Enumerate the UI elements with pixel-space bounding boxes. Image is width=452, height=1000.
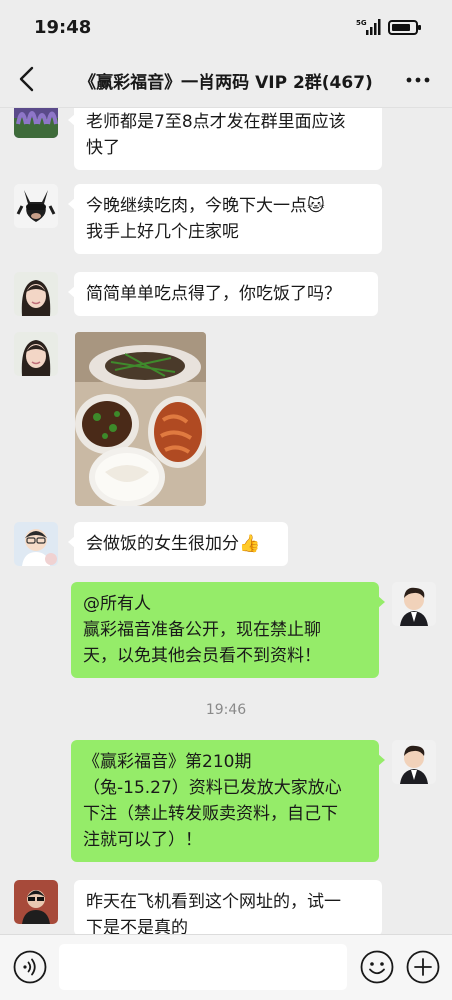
message-text-line: 老师都是7至8点才发在群里面应该 [86, 112, 346, 132]
voice-input-icon[interactable] [13, 950, 47, 984]
message-bubble-self[interactable]: 《赢彩福音》第210期 （兔-15.27）资料已发放大家放心 下注（禁止转发贩卖… [71, 740, 385, 862]
input-bar [0, 934, 452, 1000]
back-arrow-icon[interactable] [14, 64, 40, 94]
message-input[interactable] [59, 944, 347, 990]
message-bubble[interactable]: 会做饭的女生很加分👍 [68, 522, 288, 566]
message-text-line: 下注（禁止转发贩卖资料，自己下 [83, 804, 338, 824]
message-text-line: 昨天在飞机看到这个网址的，试一 [86, 892, 341, 912]
message-list[interactable]: 老师都是7至8点才发在群里面应该 快了 今晚继续吃肉，今晚下大一点🐱 我手上好几… [0, 108, 452, 934]
message-text-line: 《赢彩福音》第210期 [83, 752, 252, 772]
more-options-icon[interactable] [406, 76, 430, 84]
message-text-line: 下是不是真的 [86, 918, 188, 934]
message-text-line: 会做饭的女生很加分👍 [86, 534, 261, 554]
avatar-self[interactable] [392, 740, 436, 784]
food-photo[interactable] [75, 332, 206, 506]
chat-title: 《赢彩福音》一肖两码 VIP 2群(467) [79, 73, 373, 93]
avatar-girl[interactable] [14, 332, 58, 376]
battery-icon [388, 20, 421, 35]
avatar-bulldog[interactable] [14, 184, 58, 228]
avatar-cartoon[interactable] [14, 522, 58, 566]
message-text-line: 今晚继续吃肉，今晚下大一点🐱 [86, 196, 325, 216]
message-text-line: 注就可以了）！ [83, 830, 202, 850]
network-label: 5G [356, 19, 367, 27]
avatar-girl[interactable] [14, 272, 58, 316]
signal-icon: 5G [356, 19, 381, 35]
timestamp: 19:46 [205, 702, 247, 718]
avatar-lavender[interactable] [14, 108, 58, 138]
message-bubble[interactable]: 今晚继续吃肉，今晚下大一点🐱 我手上好几个庄家呢 [68, 184, 382, 254]
message-text-line: 天，以免其他会员看不到资料！ [83, 646, 321, 666]
chat-header: 《赢彩福音》一肖两码 VIP 2群(467) [0, 52, 452, 108]
message-text-line: 简简单单吃点得了，你吃饭了吗？ [86, 284, 341, 304]
message-text-line: @所有人 [83, 594, 151, 614]
message-text-line: 我手上好几个庄家呢 [86, 222, 239, 242]
avatar-self[interactable] [392, 582, 436, 626]
message-text-line: 赢彩福音准备公开，现在禁止聊 [83, 620, 321, 640]
message-bubble[interactable]: 昨天在飞机看到这个网址的，试一 下是不是真的 [74, 880, 382, 934]
message-text-line: 快了 [86, 138, 120, 158]
avatar-man[interactable] [14, 880, 58, 924]
emoji-icon[interactable] [360, 950, 394, 984]
status-time: 19:48 [34, 17, 92, 38]
message-bubble-self[interactable]: @所有人 赢彩福音准备公开，现在禁止聊 天，以免其他会员看不到资料！ [71, 582, 385, 678]
status-bar: 19:48 5G [0, 0, 452, 52]
message-text-line: （兔-15.27）资料已发放大家放心 [83, 778, 342, 798]
message-bubble[interactable]: 简简单单吃点得了，你吃饭了吗？ [68, 272, 378, 316]
plus-icon[interactable] [406, 950, 440, 984]
message-bubble[interactable]: 老师都是7至8点才发在群里面应该 快了 [68, 108, 382, 170]
